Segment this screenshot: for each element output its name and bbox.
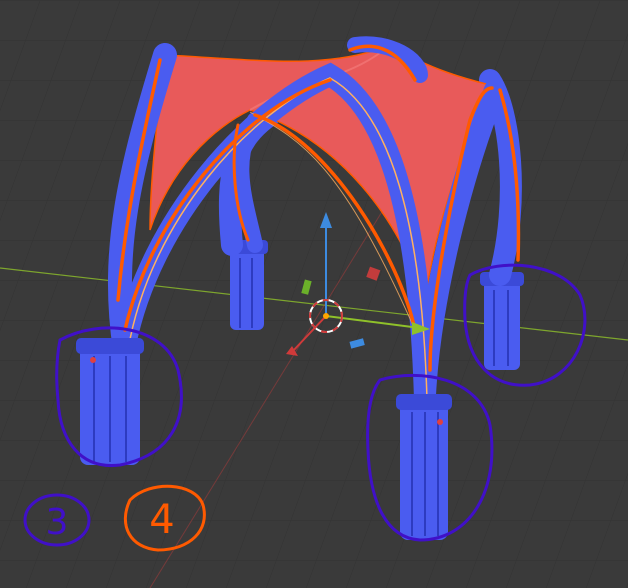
column-front-right[interactable] (396, 394, 452, 540)
3d-viewport[interactable]: 3 4 (0, 0, 628, 588)
svg-text:3: 3 (46, 502, 69, 543)
column-front-left[interactable] (76, 338, 144, 465)
viewport-canvas[interactable]: 3 4 (0, 0, 628, 588)
svg-text:4: 4 (149, 497, 174, 543)
column-back-right[interactable] (480, 272, 524, 370)
